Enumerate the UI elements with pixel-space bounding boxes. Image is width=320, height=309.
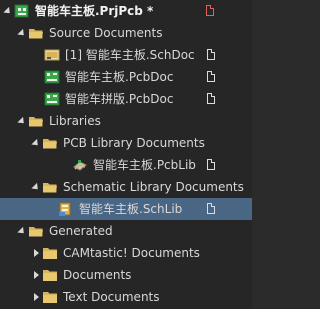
- collapse-arrow-icon[interactable]: [16, 22, 28, 44]
- folder-label: Documents: [63, 268, 132, 282]
- collapse-arrow-icon[interactable]: [16, 220, 28, 242]
- pcb-doc-icon: [44, 69, 60, 85]
- folder-open-icon: [42, 179, 58, 195]
- tree-folder-camtastic-documents[interactable]: CAMtastic! Documents: [0, 242, 252, 264]
- folder-label: CAMtastic! Documents: [63, 246, 200, 260]
- document-icon: [207, 159, 217, 171]
- folder-open-icon: [28, 223, 44, 239]
- document-label: 智能车拼版.PcbDoc: [65, 92, 174, 106]
- expand-arrow-icon[interactable]: [30, 242, 42, 264]
- tree-item-pcbdoc-main[interactable]: 智能车主板.PcbDoc: [0, 66, 252, 88]
- pcb-doc-icon: [44, 91, 60, 107]
- tree-item-pcblib[interactable]: 智能车主板.PcbLib: [0, 154, 252, 176]
- folder-label: Generated: [49, 224, 113, 238]
- tree-item-schdoc[interactable]: [1] 智能车主板.SchDoc: [0, 44, 252, 66]
- tree-folder-documents[interactable]: Documents: [0, 264, 252, 286]
- folder-icon: [42, 289, 58, 305]
- folder-icon: [42, 267, 58, 283]
- projects-tree: 智能车主板.PrjPcb * Source Documents [1] 智能车主…: [0, 0, 252, 309]
- pcb-library-icon: [72, 157, 88, 173]
- folder-open-icon: [42, 135, 58, 151]
- folder-label: Text Documents: [63, 290, 160, 304]
- schematic-library-icon: [58, 201, 74, 217]
- expand-arrow-icon[interactable]: [30, 264, 42, 286]
- document-label: [1] 智能车主板.SchDoc: [65, 48, 195, 62]
- folder-label: Source Documents: [49, 26, 163, 40]
- document-icon: [207, 71, 217, 83]
- document-icon: [207, 203, 217, 215]
- document-icon: [207, 49, 217, 61]
- collapse-arrow-icon[interactable]: [16, 110, 28, 132]
- expand-arrow-icon[interactable]: [30, 286, 42, 308]
- folder-label: PCB Library Documents: [63, 136, 205, 150]
- modified-document-icon: [206, 5, 216, 17]
- folder-label: Libraries: [49, 114, 101, 128]
- tree-folder-schematic-library-documents[interactable]: Schematic Library Documents: [0, 176, 252, 198]
- document-label: 智能车主板.PcbLib: [93, 158, 196, 172]
- document-icon: [207, 93, 217, 105]
- folder-icon: [42, 245, 58, 261]
- tree-item-schlib[interactable]: 智能车主板.SchLib: [0, 198, 252, 220]
- tree-folder-source-documents[interactable]: Source Documents: [0, 22, 252, 44]
- collapse-arrow-icon[interactable]: [30, 176, 42, 198]
- tree-item-pcbdoc-panel[interactable]: 智能车拼版.PcbDoc: [0, 88, 252, 110]
- tree-item-project[interactable]: 智能车主板.PrjPcb *: [0, 0, 252, 22]
- collapse-arrow-icon[interactable]: [30, 132, 42, 154]
- document-label: 智能车主板.SchLib: [79, 202, 183, 216]
- folder-open-icon: [28, 25, 44, 41]
- project-name: 智能车主板.PrjPcb *: [35, 4, 154, 18]
- collapse-arrow-icon[interactable]: [2, 0, 14, 22]
- tree-folder-pcb-library-documents[interactable]: PCB Library Documents: [0, 132, 252, 154]
- folder-label: Schematic Library Documents: [63, 180, 244, 194]
- tree-folder-libraries[interactable]: Libraries: [0, 110, 252, 132]
- tree-folder-text-documents[interactable]: Text Documents: [0, 286, 252, 308]
- tree-folder-generated[interactable]: Generated: [0, 220, 252, 242]
- document-label: 智能车主板.PcbDoc: [65, 70, 174, 84]
- folder-open-icon: [28, 113, 44, 129]
- schematic-doc-icon: [44, 47, 60, 63]
- pcb-project-icon: [14, 3, 30, 19]
